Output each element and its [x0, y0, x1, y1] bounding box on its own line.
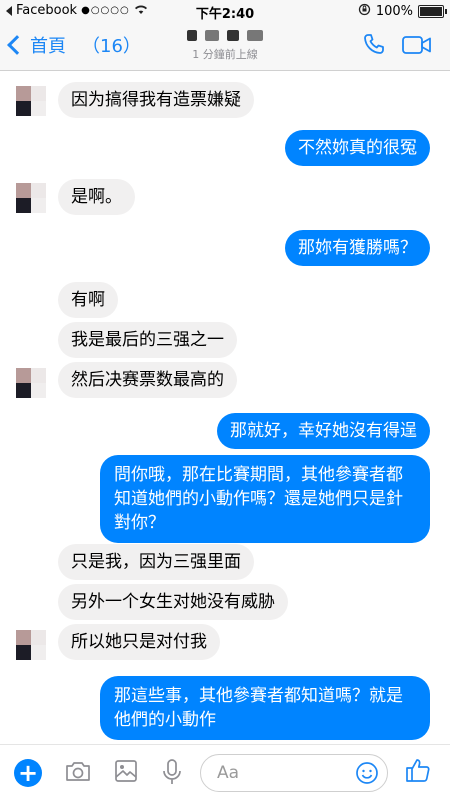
phone-call-icon[interactable] — [362, 32, 386, 60]
incoming-message[interactable]: 有啊 — [58, 282, 118, 318]
contact-avatar[interactable] — [16, 368, 46, 398]
status-bar: Facebook ●○○○○ 下午2:40 100% — [0, 0, 450, 22]
emoji-icon[interactable] — [355, 761, 379, 789]
contact-title[interactable]: 1 分鐘前上線 — [150, 28, 300, 62]
back-button[interactable]: 首頁 （16） — [7, 32, 141, 58]
contact-avatar[interactable] — [16, 183, 46, 213]
contact-avatar[interactable] — [16, 86, 46, 116]
incoming-message[interactable]: 只是我，因为三强里面 — [58, 544, 254, 580]
active-status: 1 分鐘前上線 — [192, 48, 258, 61]
status-right: 100% — [358, 3, 447, 20]
microphone-icon[interactable] — [162, 759, 182, 789]
contact-avatar[interactable] — [16, 630, 46, 660]
unread-count: （16） — [82, 36, 141, 57]
image-icon[interactable] — [114, 759, 138, 787]
chevron-left-icon — [7, 35, 27, 55]
outgoing-message[interactable]: 那就好，幸好她沒有得逞 — [217, 413, 430, 449]
incoming-message[interactable]: 所以她只是对付我 — [58, 624, 220, 660]
message-composer: + Aa — [0, 744, 450, 801]
battery-icon — [418, 5, 447, 18]
incoming-message[interactable]: 另外一个女生对她没有威胁 — [58, 584, 288, 620]
incoming-message[interactable]: 因为搞得我有造票嫌疑 — [58, 82, 254, 118]
contact-name-redacted — [150, 28, 300, 42]
thumbs-up-icon[interactable] — [405, 757, 431, 787]
camera-icon[interactable] — [64, 759, 92, 787]
message-input-placeholder: Aa — [217, 763, 240, 783]
video-call-icon[interactable] — [402, 36, 432, 58]
incoming-message[interactable]: 然后决赛票数最高的 — [58, 362, 237, 398]
outgoing-message[interactable]: 不然妳真的很冤 — [285, 130, 430, 166]
conversation-header: 首頁 （16） 1 分鐘前上線 — [0, 22, 450, 71]
message-input[interactable]: Aa — [200, 754, 388, 792]
incoming-message[interactable]: 是啊。 — [58, 179, 135, 215]
outgoing-message[interactable]: 問你哦，那在比賽期間，其他參賽者都知道她們的小動作嗎？還是她們只是針對你？ — [100, 455, 430, 543]
plus-icon[interactable]: + — [14, 759, 42, 787]
incoming-message[interactable]: 我是最后的三强之一 — [58, 322, 237, 358]
back-label: 首頁 — [30, 36, 66, 57]
outgoing-message[interactable]: 那這些事，其他參賽者都知道嗎？就是他們的小動作 — [100, 676, 430, 740]
battery-percent: 100% — [375, 4, 413, 19]
outgoing-message[interactable]: 那妳有獲勝嗎？ — [285, 230, 430, 266]
orientation-lock-icon — [358, 3, 371, 20]
